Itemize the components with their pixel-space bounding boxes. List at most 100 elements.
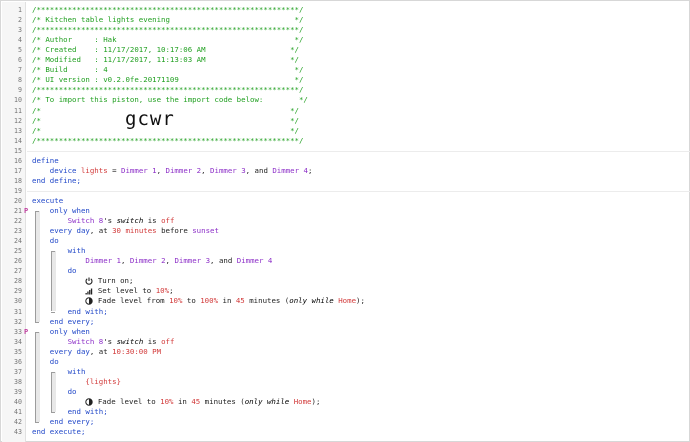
- code-token: /***************************************…: [32, 85, 304, 95]
- line-number: 32: [14, 317, 22, 326]
- code-token[interactable]: Switch 8: [68, 337, 104, 346]
- code-token[interactable]: minutes: [125, 226, 156, 235]
- code-line: /***************************************…: [32, 5, 303, 15]
- code-line: Switch 8's switch is off: [32, 216, 175, 226]
- line-number: 16: [14, 156, 22, 165]
- code-token[interactable]: Dimmer 2: [166, 166, 202, 175]
- code-token: ,: [121, 256, 130, 266]
- code-line: end every;: [32, 417, 95, 427]
- line-number: 26: [14, 257, 22, 266]
- code-token: with: [32, 246, 86, 256]
- block-bracket-end: [51, 412, 55, 413]
- line-number: 1: [18, 6, 22, 14]
- code-line: Turn on;: [32, 276, 133, 286]
- line-number: 41: [14, 408, 22, 416]
- code-token[interactable]: off: [161, 216, 174, 225]
- code-token[interactable]: Dimmer 4: [272, 166, 308, 175]
- code-token: /* Author : Hak */: [32, 35, 304, 45]
- code-token: end every;: [32, 417, 95, 427]
- code-line: end with;: [32, 307, 108, 317]
- code-token[interactable]: {lights}: [85, 377, 121, 386]
- code-token: end every;: [32, 316, 95, 326]
- code-token: /***************************************…: [32, 25, 304, 35]
- block-bracket-end: [35, 211, 39, 212]
- code-token: /* Kitchen table lights evening */: [32, 15, 304, 25]
- code-token: , at: [89, 226, 113, 236]
- block-bracket-end: [35, 331, 39, 333]
- code-token: ,: [201, 165, 211, 175]
- line-number: 10: [14, 96, 22, 105]
- code-token: is: [143, 216, 162, 226]
- code-token[interactable]: lights: [81, 166, 108, 175]
- code-token: end with;: [32, 306, 108, 316]
- code-token: /* Modified : 11/17/2017, 11:13:03 AM */: [32, 55, 299, 65]
- line-number: 38: [14, 377, 22, 386]
- line-number: 6: [18, 56, 22, 65]
- code-token: 100%: [200, 296, 219, 306]
- line-number: 36: [14, 357, 22, 366]
- code-line: {lights}: [32, 377, 121, 387]
- code-token: only when: [32, 206, 90, 215]
- code-token: /***************************************…: [32, 135, 304, 145]
- line-number: 5: [18, 46, 22, 55]
- code-line: end with;: [32, 407, 108, 417]
- code-token[interactable]: Dimmer 1: [85, 256, 121, 265]
- block-flag[interactable]: P: [24, 206, 31, 216]
- line-number: 19: [14, 186, 22, 195]
- code-token: , at: [89, 346, 113, 356]
- code-line: every day, at 30 minutes before sunset: [32, 226, 219, 236]
- code-token[interactable]: Dimmer 2: [130, 256, 166, 265]
- code-token[interactable]: Switch 8: [68, 216, 104, 225]
- code-token[interactable]: Dimmer 3: [174, 256, 210, 265]
- code-token: 10%: [160, 396, 174, 406]
- code-token[interactable]: off: [161, 337, 174, 346]
- block-bracket-end: [35, 321, 39, 323]
- code-line: /***************************************…: [32, 25, 303, 35]
- code-token: ,: [156, 165, 166, 175]
- line-number: 33: [14, 327, 22, 336]
- code-line: /***************************************…: [32, 85, 303, 95]
- code-token: 10%: [169, 296, 183, 306]
- code-token: /* Created : 11/17/2017, 10:17:06 AM */: [32, 45, 299, 55]
- block-flag[interactable]: P: [24, 327, 31, 337]
- line-number: 39: [14, 387, 22, 396]
- code-token: 10:30:00 PM: [112, 346, 162, 356]
- code-line: with: [32, 246, 86, 256]
- code-token: minutes (: [244, 296, 290, 306]
- code-token: Home: [293, 396, 312, 406]
- block-bracket: [35, 331, 36, 423]
- block-guide: [36, 211, 40, 322]
- block-guide: [52, 251, 56, 312]
- code-line: end execute;: [32, 427, 85, 437]
- line-number: 4: [18, 36, 22, 45]
- line-number: 14: [14, 136, 22, 145]
- line-number: 37: [14, 367, 22, 376]
- code-token: Home: [338, 296, 357, 306]
- line-number: 42: [14, 418, 22, 427]
- code-token: Fade level to: [93, 396, 161, 406]
- code-token: only while: [289, 296, 339, 306]
- code-line: only when: [32, 327, 90, 337]
- code-token: Set level to: [93, 286, 156, 296]
- code-token: 30: [112, 226, 122, 236]
- code-line: with: [32, 367, 86, 377]
- code-token[interactable]: Dimmer 4: [237, 256, 273, 265]
- code-token: , and: [245, 165, 273, 175]
- code-token: only when: [32, 326, 90, 336]
- line-number: 43: [14, 428, 22, 437]
- code-token: every day: [32, 346, 90, 356]
- block-bracket-end: [51, 371, 55, 373]
- code-token: ;: [307, 165, 313, 175]
- code-line: /* Build : 4 */: [32, 65, 303, 75]
- import-code[interactable]: gcwr: [125, 107, 175, 131]
- block-bracket-end: [35, 422, 39, 424]
- code-token[interactable]: sunset: [192, 226, 219, 235]
- block-guide: [52, 371, 56, 412]
- code-token: end execute;: [32, 427, 86, 437]
- code-token[interactable]: Dimmer 1: [121, 166, 157, 175]
- code-line: only when: [32, 206, 90, 216]
- code-token[interactable]: Dimmer 3: [210, 166, 246, 175]
- code-line: Fade level from 10% to 100% in 45 minute…: [32, 296, 365, 306]
- line-number: 8: [18, 76, 22, 85]
